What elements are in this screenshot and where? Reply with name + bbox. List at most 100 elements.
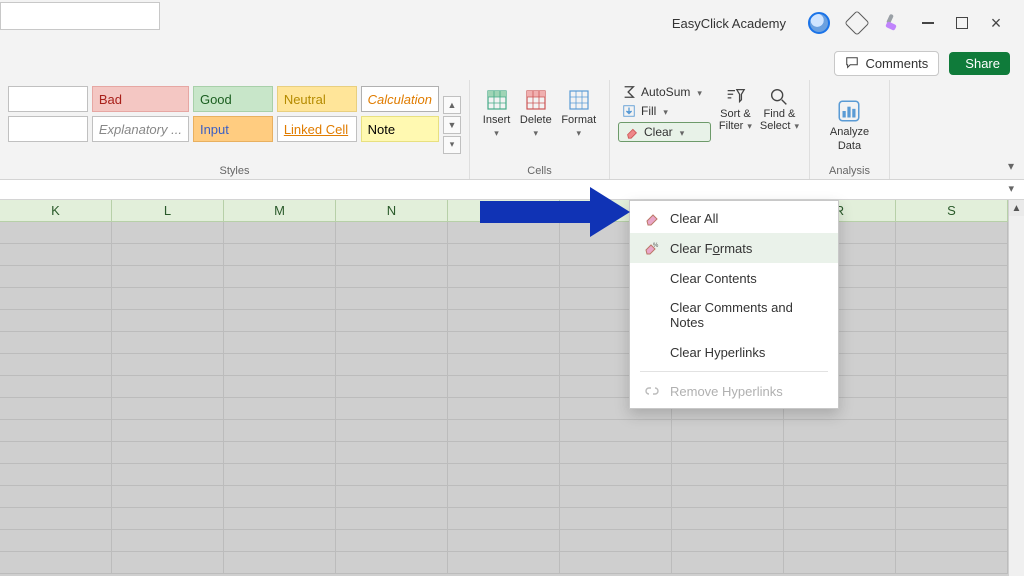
- grid-cell[interactable]: [0, 354, 112, 376]
- grid-cell[interactable]: [672, 442, 784, 464]
- grid-cell[interactable]: [336, 266, 448, 288]
- grid-cell[interactable]: [896, 288, 1008, 310]
- col-header[interactable]: M: [224, 200, 336, 222]
- grid-cell[interactable]: [896, 354, 1008, 376]
- grid-cell[interactable]: [336, 442, 448, 464]
- grid-cell[interactable]: [112, 244, 224, 266]
- grid-cell[interactable]: [112, 332, 224, 354]
- grid-row[interactable]: [0, 376, 1008, 398]
- grid-cell[interactable]: [336, 464, 448, 486]
- clear-all-item[interactable]: Clear All: [630, 203, 838, 233]
- grid-cell[interactable]: [224, 442, 336, 464]
- grid-cell[interactable]: [896, 376, 1008, 398]
- grid-cell[interactable]: [784, 508, 896, 530]
- grid-cell[interactable]: [672, 486, 784, 508]
- grid-cell[interactable]: [0, 310, 112, 332]
- vertical-scrollbar[interactable]: ▲: [1008, 200, 1024, 576]
- grid-cell[interactable]: [448, 508, 560, 530]
- grid-cell[interactable]: [0, 222, 112, 244]
- grid-cell[interactable]: [224, 552, 336, 574]
- grid-cell[interactable]: [336, 332, 448, 354]
- grid-row[interactable]: [0, 464, 1008, 486]
- grid-cell[interactable]: [0, 552, 112, 574]
- grid-cell[interactable]: [224, 464, 336, 486]
- grid-cell[interactable]: [672, 420, 784, 442]
- grid-cell[interactable]: [0, 420, 112, 442]
- grid-row[interactable]: [0, 442, 1008, 464]
- style-good[interactable]: Good: [193, 86, 273, 112]
- styles-scroll-down-icon[interactable]: ▼: [443, 116, 461, 134]
- grid-cell[interactable]: [896, 420, 1008, 442]
- grid-cell[interactable]: [784, 552, 896, 574]
- sort-filter-button[interactable]: Sort & Filter: [717, 84, 754, 163]
- grid-row[interactable]: [0, 530, 1008, 552]
- grid-cell[interactable]: [896, 486, 1008, 508]
- grid-cell[interactable]: [224, 530, 336, 552]
- grid-cell[interactable]: [224, 266, 336, 288]
- delete-button[interactable]: Delete ▾: [516, 86, 556, 163]
- grid-cell[interactable]: [448, 266, 560, 288]
- grid-row[interactable]: [0, 398, 1008, 420]
- grid-cell[interactable]: [336, 222, 448, 244]
- grid-cell[interactable]: [784, 442, 896, 464]
- grid-cell[interactable]: [448, 310, 560, 332]
- grid-cell[interactable]: [0, 376, 112, 398]
- grid-cell[interactable]: [448, 420, 560, 442]
- style-bad[interactable]: Bad: [92, 86, 189, 112]
- clear-hyperlinks-item[interactable]: Clear Hyperlinks: [630, 337, 838, 367]
- grid-cell[interactable]: [112, 310, 224, 332]
- grid-cell[interactable]: [896, 552, 1008, 574]
- grid-row[interactable]: [0, 486, 1008, 508]
- styles-scroll-up-icon[interactable]: ▲: [443, 96, 461, 114]
- grid-cell[interactable]: [448, 244, 560, 266]
- grid-cell[interactable]: [448, 486, 560, 508]
- scroll-up-icon[interactable]: ▲: [1009, 200, 1024, 216]
- grid-cell[interactable]: [896, 464, 1008, 486]
- grid-row[interactable]: [0, 552, 1008, 574]
- grid-cell[interactable]: [448, 530, 560, 552]
- premium-icon[interactable]: [844, 10, 869, 35]
- grid-cell[interactable]: [560, 508, 672, 530]
- analyze-data-button[interactable]: Analyze Data: [830, 86, 869, 163]
- fill-button[interactable]: Fill: [618, 103, 711, 119]
- worksheet[interactable]: K L M N O P Q R S ▲ Clear All % Clear Fo…: [0, 200, 1024, 576]
- grid-cell[interactable]: [448, 552, 560, 574]
- grid-cell[interactable]: [112, 420, 224, 442]
- grid-cell[interactable]: [672, 530, 784, 552]
- minimize-button[interactable]: [920, 15, 936, 31]
- share-button[interactable]: Share: [949, 52, 1010, 75]
- grid-cell[interactable]: [0, 332, 112, 354]
- grid-cell[interactable]: [448, 288, 560, 310]
- grid-cell[interactable]: [224, 354, 336, 376]
- grid-cell[interactable]: [112, 530, 224, 552]
- grid-cell[interactable]: [672, 464, 784, 486]
- grid-cell[interactable]: [224, 288, 336, 310]
- grid-cell[interactable]: [112, 486, 224, 508]
- grid-cell[interactable]: [112, 376, 224, 398]
- grid-cell[interactable]: [224, 376, 336, 398]
- grid-cell[interactable]: [336, 508, 448, 530]
- grid-cell[interactable]: [560, 486, 672, 508]
- grid-cell[interactable]: [112, 464, 224, 486]
- grid-cell[interactable]: [784, 530, 896, 552]
- grid-cell[interactable]: [0, 464, 112, 486]
- format-button[interactable]: Format ▾: [557, 86, 600, 163]
- style-linked-cell[interactable]: Linked Cell: [277, 116, 357, 142]
- clear-formats-item[interactable]: % Clear Formats: [630, 233, 838, 263]
- user-avatar-icon[interactable]: [808, 12, 830, 34]
- clear-button[interactable]: Clear: [618, 122, 711, 142]
- grid-cell[interactable]: [336, 288, 448, 310]
- restore-button[interactable]: [954, 15, 970, 31]
- grid-cell[interactable]: [560, 420, 672, 442]
- grid-cell[interactable]: [0, 398, 112, 420]
- grid-row[interactable]: [0, 288, 1008, 310]
- name-box[interactable]: [0, 2, 160, 30]
- grid-cell[interactable]: [448, 354, 560, 376]
- grid-row[interactable]: [0, 332, 1008, 354]
- grid-cell[interactable]: [336, 486, 448, 508]
- clear-comments-item[interactable]: Clear Comments and Notes: [630, 293, 838, 337]
- grid-cell[interactable]: [224, 244, 336, 266]
- grid-body[interactable]: [0, 222, 1024, 574]
- grid-cell[interactable]: [336, 530, 448, 552]
- grid-cell[interactable]: [0, 486, 112, 508]
